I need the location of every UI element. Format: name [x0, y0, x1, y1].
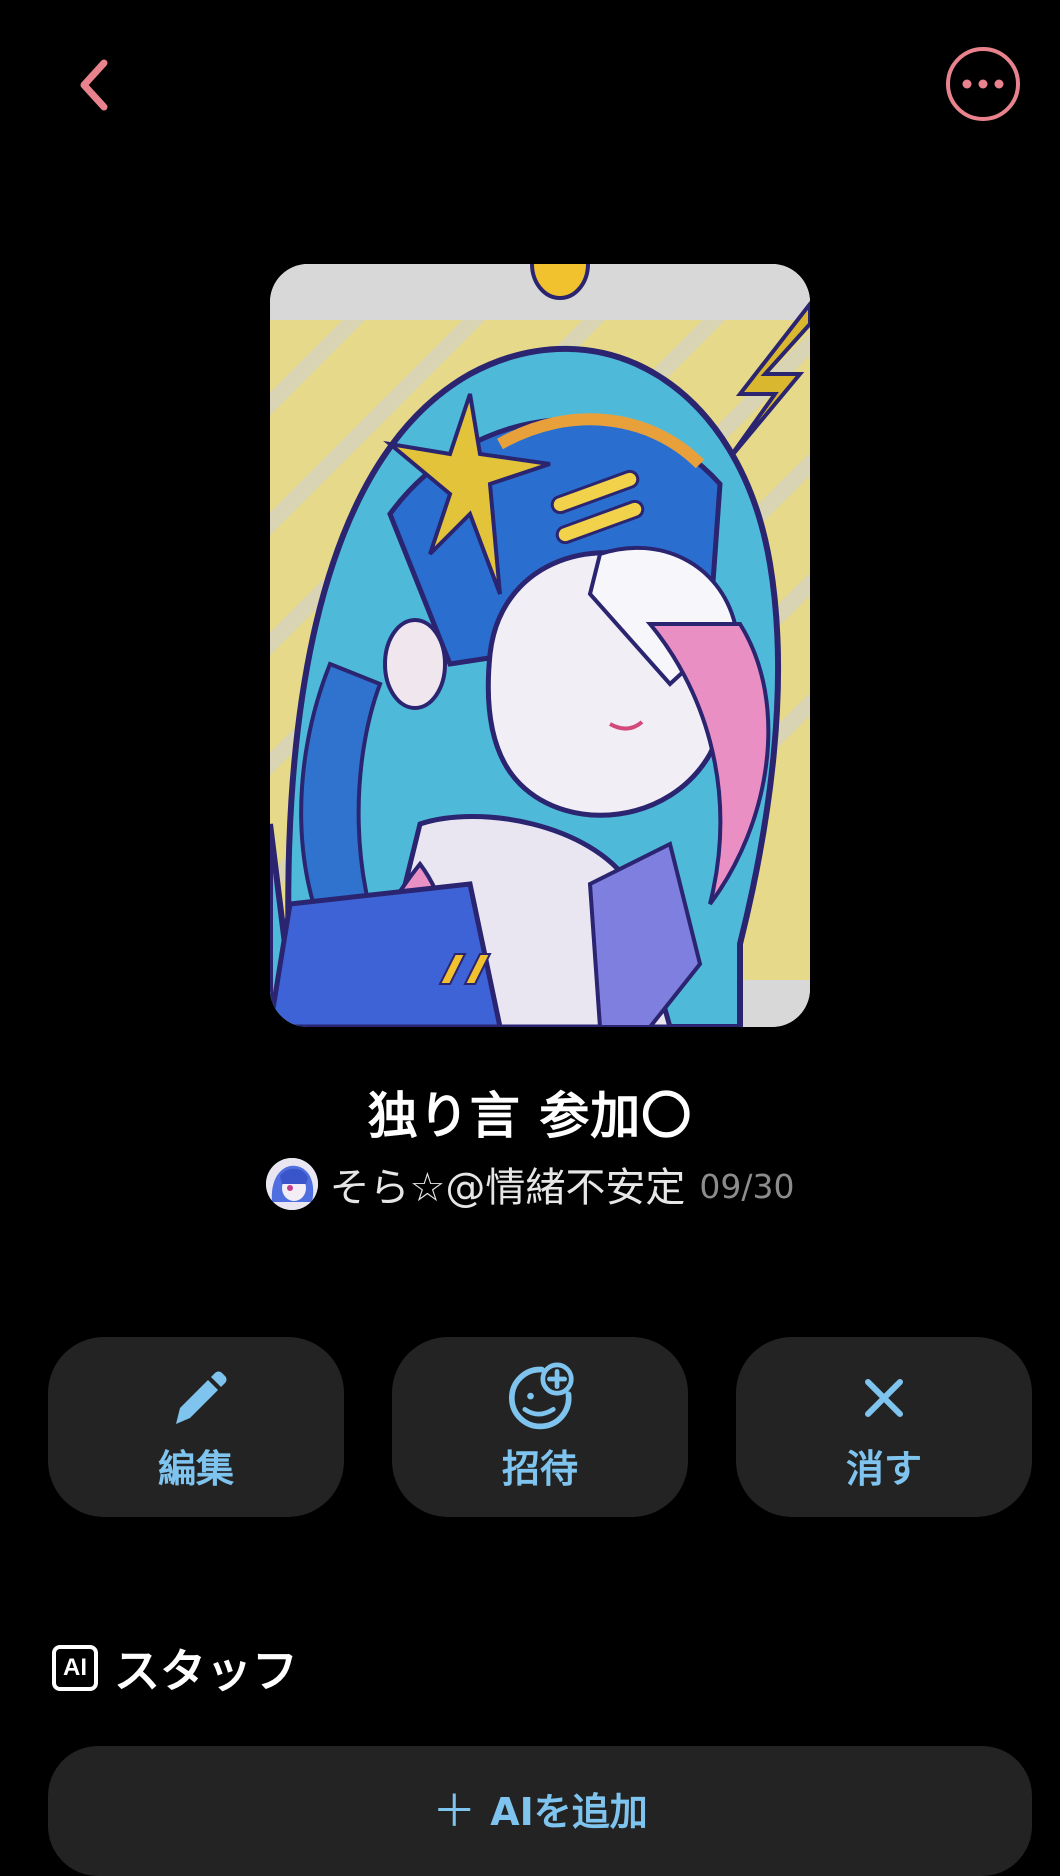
pencil-icon — [160, 1362, 232, 1434]
delete-button[interactable]: 消す — [736, 1337, 1032, 1517]
staff-section-title: スタッフ — [114, 1644, 298, 1698]
edit-button[interactable]: 編集 — [48, 1337, 344, 1517]
delete-label: 消す — [845, 1446, 922, 1491]
action-buttons: 編集 招待 消す — [48, 1337, 1032, 1517]
more-horizontal-icon — [962, 79, 1004, 89]
add-user-icon — [504, 1361, 576, 1434]
add-ai-label: AIを追加 — [490, 1790, 648, 1834]
room-title: 独り言 参加〇 — [367, 1087, 693, 1145]
staff-section-header: AI スタッフ — [52, 1640, 298, 1698]
top-bar — [0, 0, 1060, 170]
back-button[interactable] — [62, 50, 126, 120]
chevron-left-icon — [80, 59, 108, 111]
ai-badge-icon: AI — [52, 1645, 98, 1691]
owner-info[interactable]: そら☆@情緒不安定 09/30 — [0, 1156, 1060, 1212]
member-count: 09/30 — [699, 1166, 795, 1206]
edit-label: 編集 — [157, 1446, 234, 1491]
invite-label: 招待 — [501, 1446, 578, 1491]
more-options-button[interactable] — [946, 47, 1020, 121]
owner-name[interactable]: そら☆@情緒不安定 — [330, 1155, 686, 1213]
add-ai-button[interactable]: ＋ AIを追加 — [48, 1746, 1032, 1876]
room-cover-image — [270, 264, 810, 1027]
plus-icon: ＋ — [432, 1786, 477, 1837]
avatar[interactable] — [265, 1158, 318, 1210]
invite-button[interactable]: 招待 — [392, 1337, 688, 1517]
close-icon — [848, 1362, 920, 1434]
